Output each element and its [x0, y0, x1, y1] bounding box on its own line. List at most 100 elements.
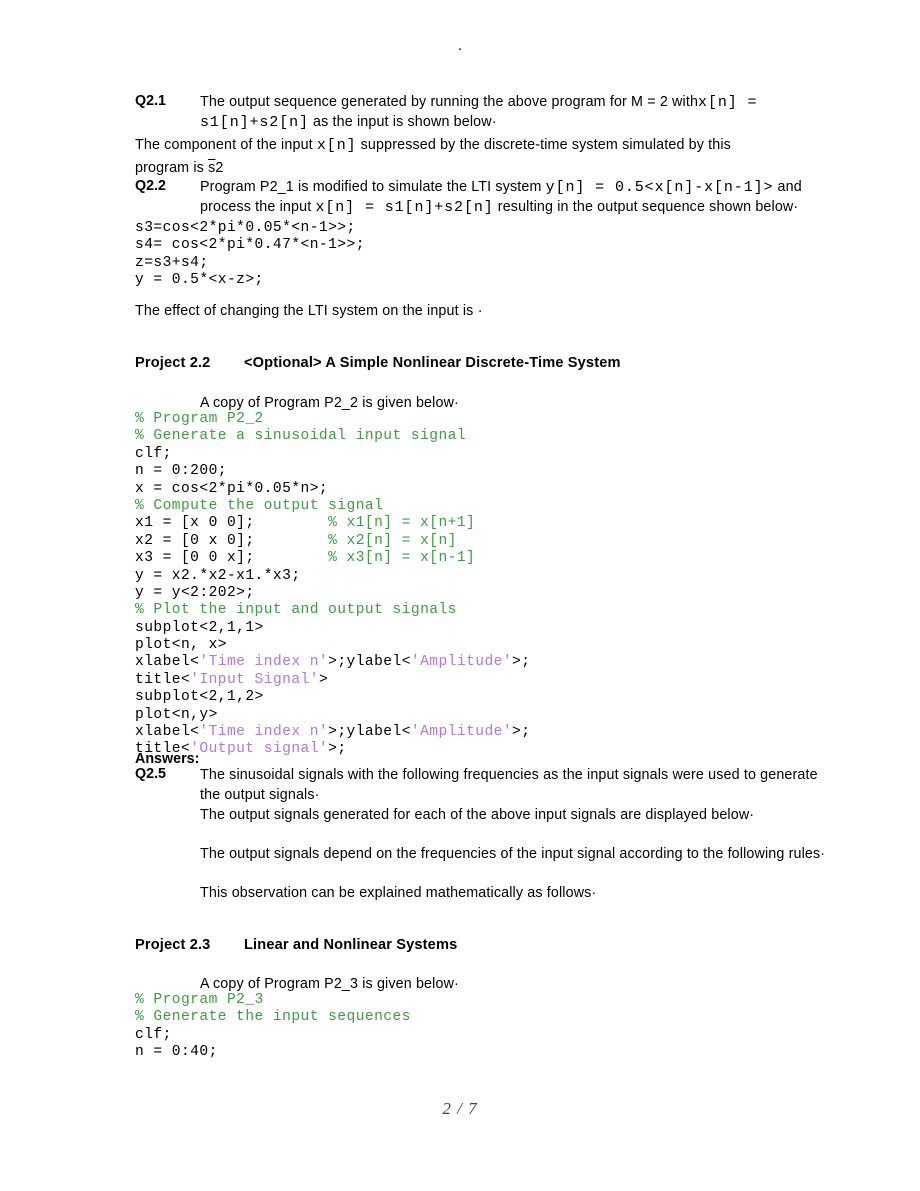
code-line: xlabel<'Time index n'>;ylabel<'Amplitude… — [135, 654, 530, 671]
q21-paragraph-line2: s1[n]+s2[n] as the input is shown below· — [200, 113, 840, 133]
q22-math-a: y[n] = 0.5<x[n]-x[n-1]> — [545, 179, 774, 196]
code-line: % Compute the output signal — [135, 498, 530, 515]
code-token-comment: % Program P2_3 — [135, 992, 264, 1008]
page-top-mark: . — [457, 37, 463, 54]
code-token-plain: s3=cos<2*pi*0.05*<n-1>>; — [135, 220, 356, 236]
code-line: n = 0:200; — [135, 463, 530, 480]
code-token-plain: >; — [512, 654, 531, 671]
q25-line5: This observation can be explained mathem… — [200, 885, 597, 901]
code-token-string: 'Amplitude' — [410, 654, 513, 671]
code-line: subplot<2,1,1> — [135, 620, 530, 637]
code-token-comment: % Compute the output signal — [135, 497, 384, 514]
code-line: % Plot the input and output signals — [135, 602, 530, 619]
code-line: clf; — [135, 446, 530, 463]
component-line2-a: program is — [135, 160, 209, 176]
code-token-plain: >; — [328, 741, 347, 758]
q25-line3: The output signals generated for each of… — [200, 807, 755, 823]
q21-text-b: as the input is shown below· — [308, 114, 497, 130]
code-line: x2 = [0 x 0]; % x2[n] = x[n] — [135, 533, 530, 550]
code-line: plot<n, x> — [135, 637, 530, 654]
code-line: y = 0.5*<x-z>; — [135, 272, 365, 289]
code-token-string: 'Input Signal' — [190, 671, 319, 688]
code-line: % Generate the input sequences — [135, 1009, 411, 1026]
code-line: y = x2.*x2-x1.*x3; — [135, 568, 530, 585]
component-math-a: x[n] — [316, 137, 357, 154]
code-line: subplot<2,1,2> — [135, 689, 530, 706]
component-paragraph-line1: The component of the input x[n] suppress… — [135, 136, 835, 156]
code-token-string: 'Output signal' — [190, 741, 329, 758]
code-token-plain: x1 = [x 0 0]; — [135, 515, 329, 532]
code-block-p2-3: % Program P2_3% Generate the input seque… — [135, 992, 411, 1062]
code-token-comment: % x2[n] = x[n] — [328, 532, 457, 549]
page-footer: 2 / 7 — [442, 1099, 478, 1118]
code-token-comment: % Program P2_2 — [135, 411, 264, 427]
code-token-plain: y = y<2:202>; — [135, 584, 255, 601]
code-token-plain: n = 0:200; — [135, 463, 227, 480]
q21-paragraph-line1: The output sequence generated by running… — [200, 93, 840, 113]
code-line: % Program P2_2 — [135, 411, 530, 428]
code-block-q22: s3=cos<2*pi*0.05*<n-1>>; s4= cos<2*pi*0.4… — [135, 220, 365, 290]
effect-paragraph: The effect of changing the LTI system on… — [135, 301, 735, 322]
q22-line2-b: resulting in the output sequence shown b… — [493, 199, 799, 215]
component-text-a: The component of the input — [135, 137, 317, 153]
code-block-p2-2: % Program P2_2% Generate a sinusoidal in… — [135, 411, 530, 759]
q21-text-a: The output sequence generated by running… — [200, 94, 699, 110]
code-token-plain: s4= cos<2*pi*0.47*<n-1>>; — [135, 237, 365, 254]
q25-line1: The sinusoidal signals with the followin… — [200, 767, 818, 783]
code-token-comment: % Plot the input and output signals — [135, 602, 457, 619]
code-line: y = y<2:202>; — [135, 585, 530, 602]
code-token-plain: clf; — [135, 1026, 172, 1043]
effect-mark: · — [477, 302, 483, 319]
code-token-plain: y = x2.*x2-x1.*x3; — [135, 567, 301, 584]
code-token-plain: clf; — [135, 445, 172, 462]
q22-line2-a: process the input — [200, 199, 316, 215]
code-token-string: 'Amplitude' — [410, 724, 513, 741]
q22-paragraph-line2: process the input x[n] = s1[n]+s2[n] res… — [200, 198, 840, 218]
code-token-comment: % x3[n] = x[n-1] — [328, 550, 476, 567]
q22-text-b: and — [773, 179, 802, 195]
question-label-q21: Q2.1 — [135, 93, 166, 109]
code-token-plain: plot<n, x> — [135, 637, 227, 654]
code-line: s4= cos<2*pi*0.47*<n-1>>; — [135, 237, 365, 254]
q21-math-b: s1[n]+s2[n] — [200, 114, 309, 131]
project-label-22: Project 2.2 — [135, 355, 211, 371]
q21-math-a: x[n] = — [698, 94, 758, 111]
code-line: xlabel<'Time index n'>;ylabel<'Amplitude… — [135, 724, 530, 741]
project-label-23: Project 2.3 — [135, 937, 211, 953]
code-line: title<'Input Signal'> — [135, 672, 530, 689]
code-token-plain: x2 = [0 x 0]; — [135, 532, 329, 549]
code-token-plain: y = 0.5*<x-z>; — [135, 272, 264, 289]
code-token-comment: % Generate a sinusoidal input signal — [135, 428, 467, 445]
code-line: % Program P2_3 — [135, 992, 411, 1009]
q22-text-a: Program P2_1 is modified to simulate the… — [200, 179, 546, 195]
code-token-plain: n = 0:40; — [135, 1044, 218, 1061]
code-token-comment: % Generate the input sequences — [135, 1009, 411, 1026]
code-token-string: 'Time index n' — [199, 654, 329, 671]
code-token-plain: subplot<2,1,2> — [135, 689, 264, 706]
code-line: plot<n,y> — [135, 707, 530, 724]
code-token-plain: > — [318, 671, 329, 688]
code-token-plain: xlabel< — [135, 654, 200, 671]
code-token-string: 'Time index n' — [199, 724, 329, 741]
code-token-plain: >;ylabel< — [328, 724, 411, 741]
code-line: z=s3+s4; — [135, 255, 365, 272]
code-line: x1 = [x 0 0]; % x1[n] = x[n+1] — [135, 515, 530, 532]
code-token-plain: x = cos<2*pi*0.05*n>; — [135, 480, 329, 497]
question-label-q25: Q2.5 — [135, 766, 166, 782]
code-line: n = 0:40; — [135, 1044, 411, 1061]
document-page: . Q2.1 The output sequence generated by … — [0, 0, 920, 1191]
project-title-22: <Optional> A Simple Nonlinear Discrete-T… — [244, 355, 621, 371]
code-line: s3=cos<2*pi*0.05*<n-1>>; — [135, 220, 365, 237]
q22-paragraph-line1: Program P2_1 is modified to simulate the… — [200, 178, 840, 198]
component-text-b: suppressed by the discrete-time system s… — [356, 137, 731, 153]
code-line: clf; — [135, 1027, 411, 1044]
code-token-plain: >; — [512, 724, 531, 741]
q25-line4: The output signals depend on the frequen… — [200, 846, 826, 862]
code-token-plain: >;ylabel< — [328, 654, 411, 671]
code-token-plain: title< — [135, 671, 191, 688]
code-line: % Generate a sinusoidal input signal — [135, 428, 530, 445]
code-line: x = cos<2*pi*0.05*n>; — [135, 481, 530, 498]
component-paragraph-line2: program is s2 — [135, 159, 535, 179]
code-token-plain: xlabel< — [135, 724, 200, 741]
effect-text: The effect of changing the LTI system on… — [135, 303, 478, 319]
